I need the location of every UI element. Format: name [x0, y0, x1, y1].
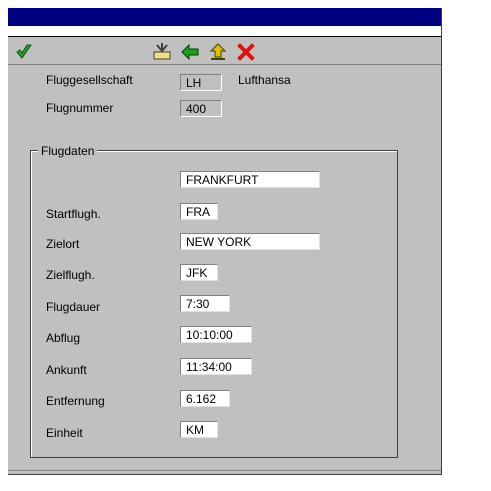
unit-field[interactable]: KM — [180, 421, 218, 438]
menu-strip — [8, 26, 441, 36]
distance-label: Entfernung — [46, 394, 105, 408]
duration-field[interactable]: 7:30 — [180, 295, 230, 312]
airline-name: Lufthansa — [238, 73, 291, 87]
destination-label: Zielort — [46, 237, 80, 251]
unit-label: Einheit — [46, 426, 83, 440]
airline-code-field: LH — [180, 74, 222, 91]
check-button[interactable] — [14, 42, 34, 62]
departure-airport-field[interactable]: FRA — [180, 203, 218, 220]
arrival-airport-field[interactable]: JFK — [180, 264, 218, 281]
departure-city-field[interactable]: FRANKFURT — [180, 171, 320, 188]
save-button[interactable] — [152, 42, 172, 62]
check-icon — [15, 43, 33, 61]
exit-button[interactable] — [208, 42, 228, 62]
cancel-button[interactable] — [236, 42, 256, 62]
departure-airport-label: Startflugh. — [46, 207, 101, 221]
destination-field[interactable]: NEW YORK — [180, 233, 320, 250]
arrival-time-label: Ankunft — [46, 363, 87, 377]
flight-window: Fluggesellschaft LH Lufthansa Flugnummer… — [8, 8, 442, 475]
back-button[interactable] — [180, 42, 200, 62]
airline-label: Fluggesellschaft — [46, 73, 133, 87]
save-icon — [152, 42, 172, 62]
title-bar — [8, 8, 441, 26]
window-bottom-edge — [8, 470, 441, 471]
back-icon — [180, 42, 200, 62]
flight-data-title: Flugdaten — [38, 144, 98, 158]
departure-time-field[interactable]: 10:10:00 — [180, 326, 252, 343]
arrival-time-field[interactable]: 11:34:00 — [180, 358, 252, 375]
exit-icon — [208, 42, 228, 62]
flight-number-field: 400 — [180, 100, 222, 117]
cancel-icon — [237, 43, 255, 61]
duration-label: Flugdauer — [46, 300, 101, 314]
distance-field[interactable]: 6.162 — [180, 390, 230, 407]
toolbar — [8, 36, 441, 65]
departure-time-label: Abflug — [46, 331, 81, 345]
toolbar-separator — [8, 64, 441, 65]
flight-number-label: Flugnummer — [46, 101, 114, 115]
arrival-airport-label: Zielflugh. — [46, 268, 95, 282]
